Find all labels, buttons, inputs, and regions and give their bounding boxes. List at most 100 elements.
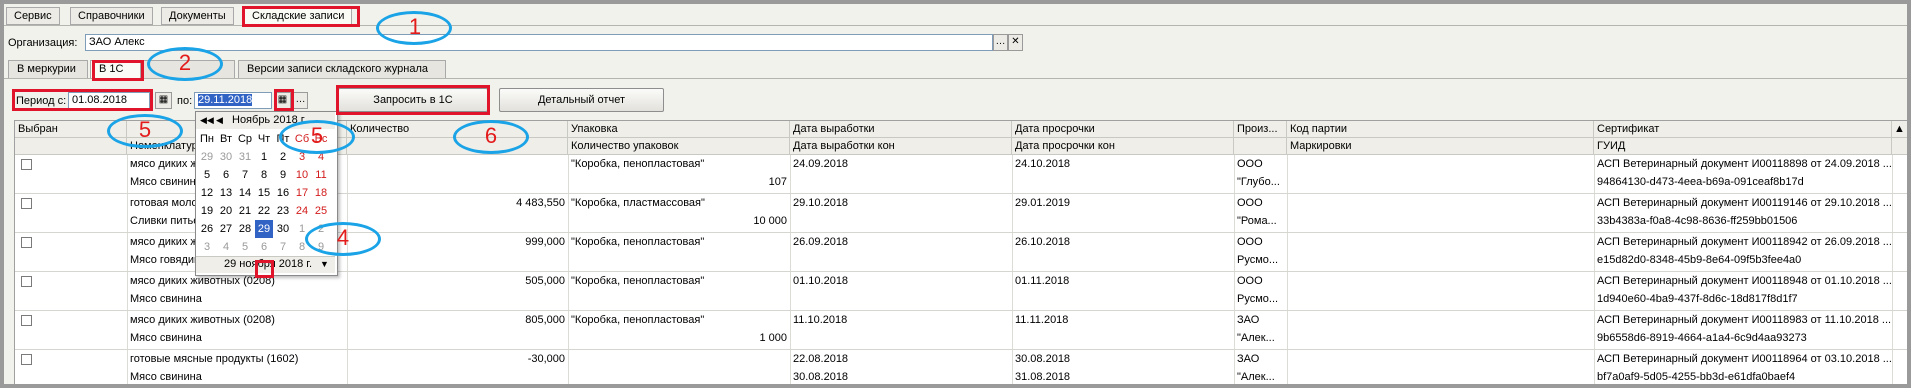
callout-4-number: 4 (336, 225, 350, 250)
table-row[interactable]: мясо диких животных (0208) Мясо свинина … (15, 272, 1907, 310)
calendar-day[interactable]: 1 (255, 148, 273, 166)
calendar-day[interactable]: 4 (217, 238, 235, 256)
cell-producer: ООО (1237, 158, 1263, 170)
col-header-guid[interactable]: ГУИД (1594, 138, 1892, 155)
cell-package: "Коробка, пенопластовая" (571, 314, 705, 326)
menu-tab-service[interactable]: Сервис (6, 7, 60, 25)
calendar-day[interactable]: 17 (293, 184, 311, 202)
detailed-report-button[interactable]: Детальный отчет (499, 88, 664, 112)
calendar-icon: ▦ (158, 94, 169, 105)
organization-select-button[interactable]: … (993, 34, 1008, 51)
calendar-day[interactable]: 26 (198, 220, 216, 238)
col-header-package[interactable]: Упаковка (568, 121, 790, 138)
cell-producer: ЗАО (1237, 314, 1260, 326)
calendar-day[interactable]: 12 (198, 184, 216, 202)
calendar-day[interactable]: 20 (217, 202, 235, 220)
calendar-day-selected[interactable]: 29 (255, 220, 273, 238)
cell-producer-name: "Рома... (1237, 215, 1277, 227)
calendar-day[interactable]: 8 (255, 166, 273, 184)
calendar-day[interactable]: 22 (255, 202, 273, 220)
highlight-in-1c-tab (92, 60, 144, 81)
period-select-button[interactable]: … (293, 92, 308, 109)
row-select-checkbox[interactable] (21, 237, 32, 248)
cell-certificate: АСП Ветеринарный документ И00118898 от 2… (1597, 158, 1892, 170)
chevron-down-icon[interactable]: ▼ (320, 259, 329, 269)
calendar-day[interactable]: 28 (236, 220, 254, 238)
calendar-day[interactable]: 10 (293, 166, 311, 184)
col-header-markings[interactable]: Маркировки (1287, 138, 1594, 155)
calendar-day[interactable]: 31 (236, 148, 254, 166)
cell-quantity (347, 155, 568, 173)
cell-certificate: АСП Ветеринарный документ И00118948 от 0… (1597, 275, 1892, 287)
calendar-day[interactable]: 5 (198, 166, 216, 184)
calendar-day[interactable]: 30 (217, 148, 235, 166)
cell-expiry-date-end (1012, 290, 1234, 308)
calendar-day[interactable]: 29 (198, 148, 216, 166)
period-from-calendar-button[interactable]: ▦ (155, 92, 172, 109)
cell-producer: ООО (1237, 236, 1263, 248)
col-header-package-count[interactable]: Количество упаковок (568, 138, 790, 155)
calendar-day[interactable]: 21 (236, 202, 254, 220)
cell-name: мясо диких животных (0208) (130, 314, 275, 326)
cell-producer-name: Русмо... (1237, 293, 1279, 305)
row-select-checkbox[interactable] (21, 354, 32, 365)
calendar-day[interactable]: 7 (274, 238, 292, 256)
cell-name: готовые мясные продукты (1602) (130, 353, 299, 365)
cell-package-count: 10 000 (753, 215, 787, 227)
cell-package-count (568, 368, 790, 384)
organization-clear-button[interactable]: ✕ (1008, 34, 1023, 51)
cell-producer-name: Русмо... (1237, 254, 1279, 266)
row-select-checkbox[interactable] (21, 276, 32, 287)
calendar-day[interactable]: 16 (274, 184, 292, 202)
calendar-day[interactable]: 18 (312, 184, 330, 202)
row-select-checkbox[interactable] (21, 159, 32, 170)
cell-expiry-date-end (1012, 329, 1234, 347)
cell-guid: 9b6558d6-8919-4664-a1a4-6c9d4aa93273 (1597, 332, 1807, 344)
cell-guid: 1d940e60-4ba9-437f-8d6c-18d817f8d1f7 (1597, 293, 1798, 305)
row-select-checkbox[interactable] (21, 315, 32, 326)
col-header-production-date-end[interactable]: Дата выработки кон (790, 138, 1012, 155)
subtab-in-mercury[interactable]: В меркурии (8, 60, 88, 78)
col-header-production-date[interactable]: Дата выработки (790, 121, 1012, 138)
organization-label: Организация: (8, 37, 78, 49)
table-row[interactable]: готовые мясные продукты (1602) Мясо свин… (15, 350, 1907, 384)
calendar-day[interactable]: 5 (236, 238, 254, 256)
calendar-day[interactable]: 6 (217, 166, 235, 184)
col-header-expiry-date[interactable]: Дата просрочки (1012, 121, 1234, 138)
subtab-journal-versions[interactable]: Версии записи складского журнала (238, 60, 446, 78)
calendar-day[interactable]: 9 (274, 166, 292, 184)
weekday-label: Чт (257, 133, 271, 145)
subtab-divider (4, 78, 1907, 79)
col-header-certificate[interactable]: Сертификат (1594, 121, 1892, 138)
calendar-day[interactable]: 19 (198, 202, 216, 220)
calendar-day[interactable]: 11 (312, 166, 330, 184)
table-row[interactable]: мясо диких животных (0208) Мясо свинина … (15, 311, 1907, 349)
cell-package: "Коробка, пенопластовая" (571, 158, 705, 170)
calendar-day[interactable]: 27 (217, 220, 235, 238)
scrollbar-track[interactable] (1892, 138, 1907, 155)
calendar-day[interactable]: 24 (293, 202, 311, 220)
menu-tab-references[interactable]: Справочники (70, 7, 153, 25)
calendar-day[interactable]: 3 (198, 238, 216, 256)
calendar-day[interactable]: 15 (255, 184, 273, 202)
cell-quantity: -30,000 (527, 353, 565, 365)
prev-year-icon[interactable]: ◀◀ (200, 113, 214, 127)
calendar-day[interactable]: 6 (255, 238, 273, 256)
calendar-day[interactable]: 30 (274, 220, 292, 238)
menu-tab-documents[interactable]: Документы (161, 7, 234, 25)
calendar-day[interactable]: 2 (274, 148, 292, 166)
prev-month-icon[interactable]: ◀ (216, 113, 230, 127)
col-header-producer[interactable]: Произ... (1234, 121, 1287, 138)
calendar-day[interactable]: 25 (312, 202, 330, 220)
cell-package: "Коробка, пластмассовая" (571, 197, 705, 209)
organization-field[interactable]: ЗАО Алекс (85, 34, 993, 51)
period-to-field[interactable]: 29.11.2018 (194, 92, 272, 109)
calendar-day[interactable]: 7 (236, 166, 254, 184)
col-header-batch-code[interactable]: Код партии (1287, 121, 1594, 138)
row-select-checkbox[interactable] (21, 198, 32, 209)
calendar-day[interactable]: 13 (217, 184, 235, 202)
calendar-day[interactable]: 14 (236, 184, 254, 202)
col-header-expiry-date-end[interactable]: Дата просрочки кон (1012, 138, 1234, 155)
scroll-up-arrow-icon[interactable]: ▲ (1892, 121, 1907, 138)
calendar-day[interactable]: 23 (274, 202, 292, 220)
